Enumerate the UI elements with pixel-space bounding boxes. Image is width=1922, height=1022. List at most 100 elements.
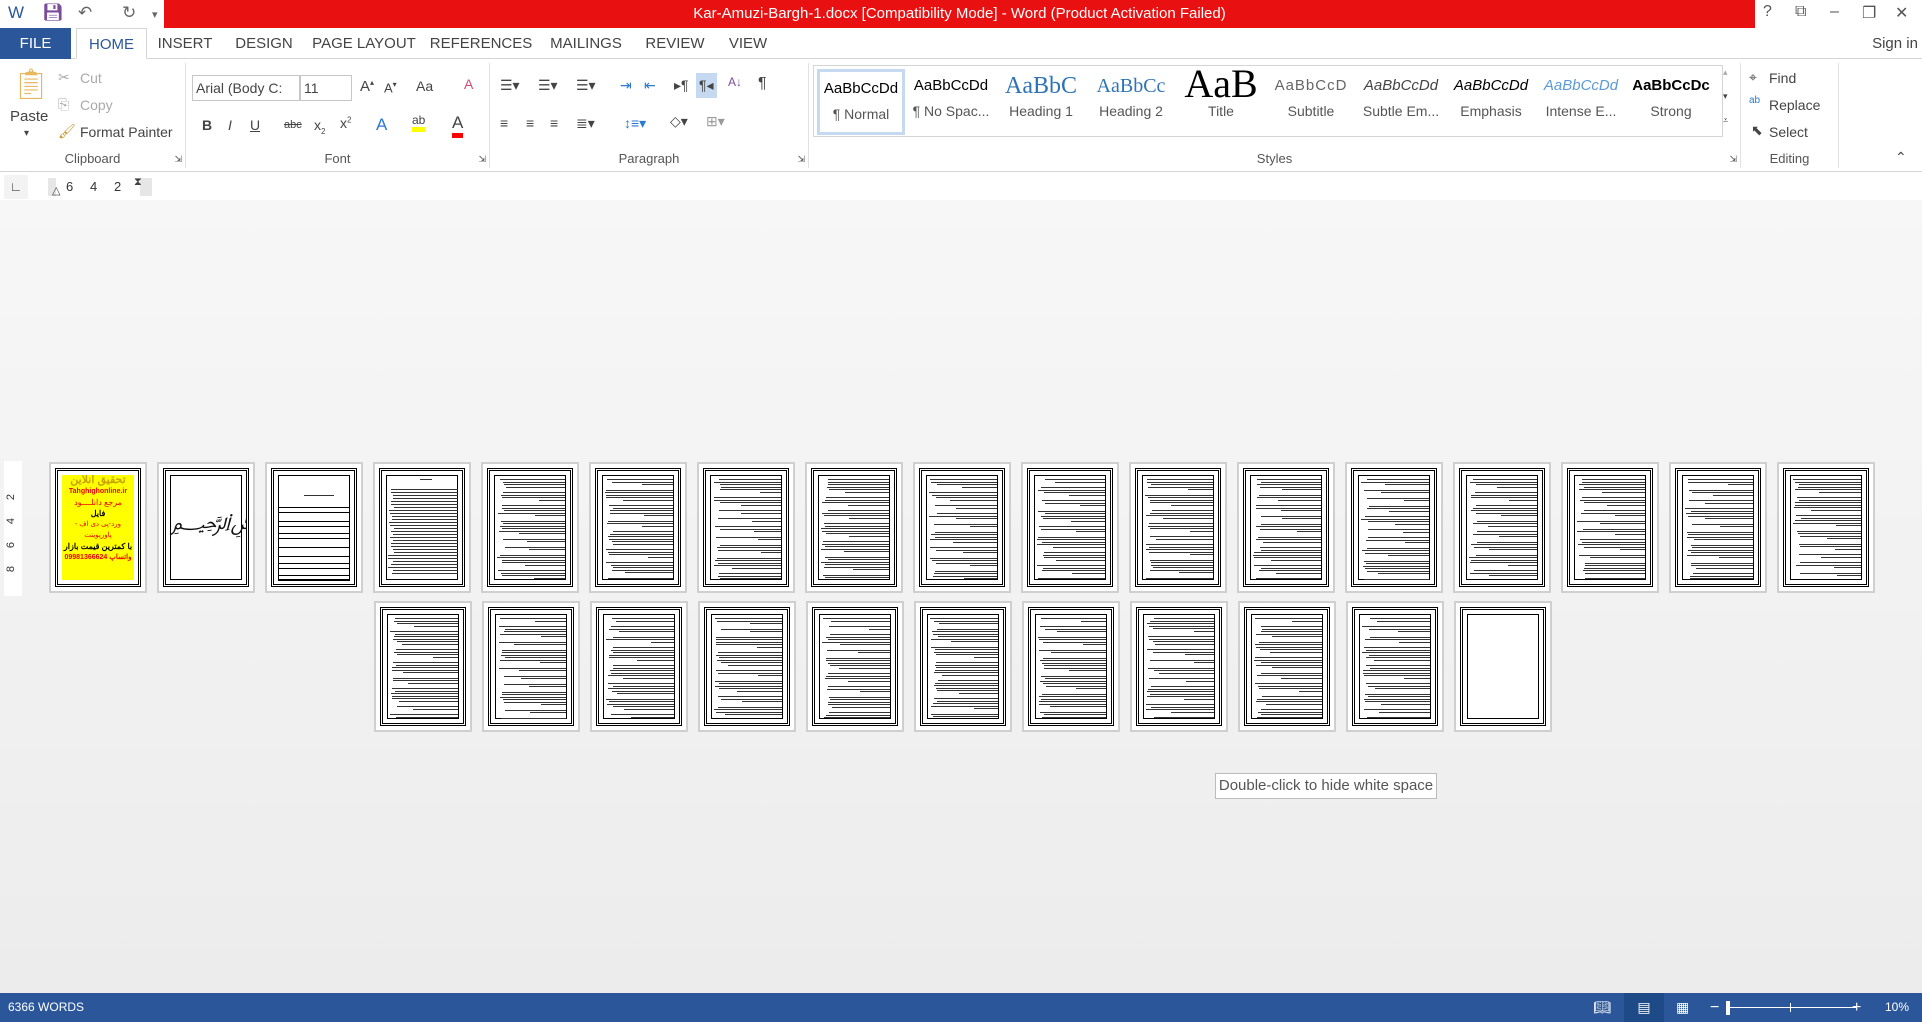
page-thumbnail[interactable] (1561, 462, 1659, 593)
gallery-down-icon[interactable]: ▾ (1723, 91, 1728, 102)
page-thumbnail[interactable] (1454, 601, 1552, 732)
numbering-icon[interactable]: ☰▾ (538, 77, 558, 94)
page-thumbnail[interactable] (1238, 601, 1336, 732)
maximize-button[interactable]: ❐ (1862, 3, 1876, 23)
replace-button[interactable]: Replace (1769, 97, 1820, 113)
vertical-ruler[interactable]: 2 4 6 8 (4, 461, 22, 596)
page-thumbnail[interactable] (1021, 462, 1119, 593)
ltr-icon[interactable]: ▸¶ (674, 77, 689, 94)
paste-icon[interactable]: 📋︎ (12, 67, 50, 102)
help-icon[interactable]: ? (1763, 3, 1772, 21)
page-thumbnail[interactable] (373, 462, 471, 593)
tab-selector-button[interactable]: ∟ (4, 175, 28, 199)
page-thumbnail[interactable] (1669, 462, 1767, 593)
zoom-slider-thumb[interactable] (1726, 1001, 1730, 1015)
copy-button[interactable]: Copy (80, 97, 113, 113)
dialog-launcher-icon[interactable]: ⇲ (478, 154, 486, 165)
page-thumbnail[interactable] (265, 462, 363, 593)
minimize-button[interactable]: – (1830, 3, 1839, 21)
tab-mailings[interactable]: MAILINGS (546, 28, 626, 59)
page-thumbnail[interactable] (1345, 462, 1443, 593)
change-case-button[interactable]: Aa (416, 78, 433, 94)
page-thumbnail[interactable] (805, 462, 903, 593)
shading-icon[interactable]: ◇▾ (670, 113, 688, 130)
paste-dropdown-icon[interactable]: ▾ (24, 128, 29, 139)
subscript-button[interactable]: x2 (314, 117, 325, 136)
page-thumbnail[interactable] (697, 462, 795, 593)
print-layout-icon[interactable]: ▤ (1624, 993, 1664, 1022)
page-thumbnail[interactable] (1346, 601, 1444, 732)
page-thumbnail[interactable] (806, 601, 904, 732)
find-button[interactable]: Find (1769, 70, 1796, 86)
dialog-launcher-icon[interactable]: ⇲ (174, 154, 182, 165)
clear-formatting-icon[interactable]: A (464, 76, 473, 92)
page-thumbnail[interactable] (374, 601, 472, 732)
font-name-select[interactable]: Arial (Body C: (192, 75, 300, 101)
rtl-icon[interactable]: ¶◂ (696, 73, 717, 98)
select-button[interactable]: Select (1769, 124, 1808, 140)
customize-toolbar-icon[interactable]: ▾ (152, 8, 158, 21)
page-thumbnail[interactable] (589, 462, 687, 593)
bold-button[interactable]: B (202, 117, 212, 133)
align-right-icon[interactable]: ≡ (550, 115, 558, 131)
zoom-out-button[interactable]: − (1710, 993, 1719, 1022)
tab-review[interactable]: REVIEW (638, 28, 712, 59)
page-thumbnail[interactable] (1130, 601, 1228, 732)
line-spacing-icon[interactable]: ↕≡▾ (624, 115, 646, 132)
document-area[interactable]: 2 4 6 8 تحقیق آنلاین Tahghighonline.ir م… (0, 200, 1922, 993)
style-subtle-emphasis[interactable]: AaBbCcDd Subtle Em... (1357, 69, 1445, 135)
page-thumbnail[interactable] (590, 601, 688, 732)
indent-marker-icon[interactable]: △ (52, 184, 60, 197)
word-count[interactable]: 6366 WORDS (8, 993, 84, 1022)
tab-file[interactable]: FILE (0, 28, 71, 59)
page-thumbnail[interactable]: ﷽ (157, 462, 255, 593)
zoom-level[interactable]: 10% (1885, 993, 1909, 1022)
shrink-font-icon[interactable]: A▾ (384, 80, 397, 95)
justify-icon[interactable]: ≣▾ (576, 115, 595, 132)
format-painter-button[interactable]: Format Painter (80, 124, 173, 140)
decrease-indent-icon[interactable]: ⇥ (620, 77, 632, 94)
tab-references[interactable]: REFERENCES (428, 28, 534, 59)
tab-insert[interactable]: INSERT (153, 28, 217, 59)
page-thumbnail[interactable] (481, 462, 579, 593)
zoom-in-button[interactable]: + (1852, 993, 1861, 1022)
style-strong[interactable]: AaBbCcDc Strong (1627, 69, 1715, 135)
page-thumbnail[interactable] (1129, 462, 1227, 593)
page-thumbnail[interactable] (1237, 462, 1335, 593)
align-left-icon[interactable]: ≡ (500, 115, 508, 131)
cut-button[interactable]: Cut (80, 70, 102, 86)
style-heading-1[interactable]: AaBbC Heading 1 (997, 69, 1085, 135)
hanging-indent-icon[interactable]: ⧗ (134, 176, 142, 189)
italic-button[interactable]: I (228, 117, 232, 133)
tab-home[interactable]: HOME (76, 28, 147, 59)
web-layout-icon[interactable]: ▦ (1676, 993, 1689, 1022)
strikethrough-button[interactable]: abc (284, 119, 302, 131)
style-title[interactable]: AaB Title (1177, 69, 1265, 135)
ruler-bar[interactable]: 6 4 2 △ ⧗ (48, 176, 152, 197)
paste-button[interactable]: Paste (10, 108, 48, 125)
grow-font-icon[interactable]: A▴ (360, 78, 374, 95)
tab-design[interactable]: DESIGN (228, 28, 300, 59)
tab-view[interactable]: VIEW (722, 28, 774, 59)
align-center-icon[interactable]: ≡ (526, 115, 534, 131)
page-thumbnail[interactable] (1777, 462, 1875, 593)
gallery-more-icon[interactable]: ⩡ (1723, 115, 1728, 126)
close-button[interactable]: ✕ (1895, 3, 1908, 23)
show-formatting-icon[interactable]: ¶ (758, 75, 767, 93)
page-thumbnail[interactable] (1453, 462, 1551, 593)
borders-icon[interactable]: ⊞▾ (706, 113, 725, 130)
collapse-ribbon-icon[interactable]: ⌃ (1895, 149, 1907, 166)
increase-indent-icon[interactable]: ⇤ (644, 77, 656, 94)
page-thumbnail[interactable]: تحقیق آنلاین Tahghighonline.ir مرجع دانل… (49, 462, 147, 593)
sort-icon[interactable]: A↓ (728, 75, 742, 89)
page-thumbnail[interactable] (1022, 601, 1120, 732)
text-effects-icon[interactable]: A (376, 115, 387, 135)
tab-page-layout[interactable]: PAGE LAYOUT (312, 28, 416, 59)
page-thumbnail[interactable] (913, 462, 1011, 593)
font-size-select[interactable]: 11 (300, 75, 352, 101)
zoom-slider[interactable] (1726, 1007, 1856, 1008)
sign-in-link[interactable]: Sign in (1870, 28, 1920, 59)
page-thumbnail[interactable] (698, 601, 796, 732)
dialog-launcher-icon[interactable]: ⇲ (1729, 154, 1737, 165)
save-icon[interactable]: 💾︎ (42, 3, 64, 23)
